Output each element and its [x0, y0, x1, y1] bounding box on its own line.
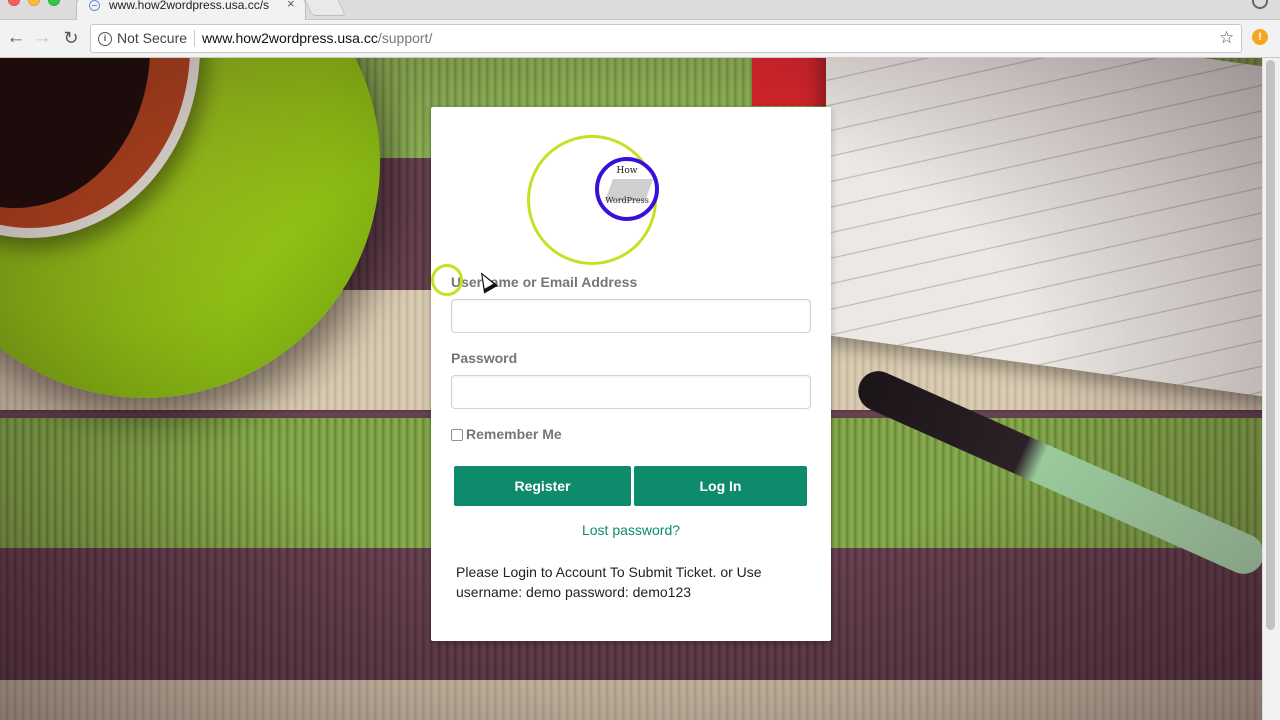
url-path: /support/ [377, 30, 433, 46]
new-tab-button[interactable] [303, 0, 347, 16]
remember-me-checkbox[interactable] [451, 429, 463, 441]
cursor-highlight-ring [431, 264, 463, 296]
page-scrollbar-thumb[interactable] [1266, 60, 1275, 630]
url-text[interactable]: www.how2wordpress.usa.cc/support/ [202, 30, 432, 46]
address-divider [194, 30, 195, 47]
remember-me-label[interactable]: Remember Me [466, 426, 562, 442]
profile-icon[interactable] [1252, 0, 1268, 9]
forward-arrow-icon[interactable]: → [31, 26, 53, 50]
page-viewport: How WordPress Username or Email Address … [0, 58, 1280, 720]
tab-title: www.how2wordpress.usa.cc/s [109, 0, 269, 12]
browser-tab[interactable]: www.how2wordpress.usa.cc/s × [76, 0, 306, 20]
tab-strip: www.how2wordpress.usa.cc/s × [0, 0, 1280, 20]
close-window-button[interactable] [8, 0, 20, 6]
browser-toolbar: ← → ↻ i Not Secure www.how2wordpress.usa… [0, 20, 1280, 58]
username-input[interactable] [451, 299, 811, 333]
site-logo[interactable]: How WordPress [595, 157, 659, 221]
password-input[interactable] [451, 375, 811, 409]
back-arrow-icon[interactable]: ← [5, 26, 27, 50]
tab-close-icon[interactable]: × [287, 0, 295, 11]
minimize-window-button[interactable] [28, 0, 40, 6]
register-button[interactable]: Register [454, 466, 631, 506]
login-card: How WordPress Username or Email Address … [431, 107, 831, 641]
zoom-window-button[interactable] [48, 0, 60, 6]
extension-alert-icon[interactable]: ! [1252, 29, 1268, 45]
bookmark-star-icon[interactable]: ☆ [1219, 28, 1234, 48]
login-notice: Please Login to Account To Submit Ticket… [456, 564, 762, 600]
logo-text-bottom: WordPress [605, 196, 649, 205]
password-label: Password [451, 350, 518, 366]
info-icon[interactable]: i [98, 32, 112, 46]
address-bar[interactable]: i Not Secure www.how2wordpress.usa.cc/su… [90, 24, 1242, 53]
lost-password-link[interactable]: Lost password? [431, 522, 831, 538]
url-host: www.how2wordpress.usa.cc [202, 30, 378, 46]
globe-icon [89, 0, 100, 11]
security-label[interactable]: Not Secure [117, 30, 187, 46]
logo-text-top: How [616, 166, 638, 176]
reload-icon[interactable]: ↻ [60, 26, 82, 50]
login-button[interactable]: Log In [634, 466, 807, 506]
